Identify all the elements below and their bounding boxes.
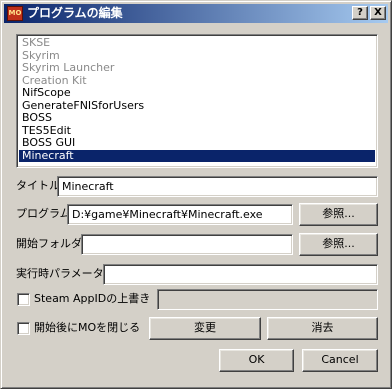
close-mo-checkbox[interactable]: [17, 322, 30, 335]
browse-folder-button[interactable]: 参照...: [299, 233, 378, 256]
mod-organizer-app-icon: MO: [7, 6, 23, 21]
program-list-item[interactable]: BOSS: [19, 111, 375, 125]
close-mo-label: 開始後にMOを閉じる: [34, 321, 141, 334]
steam-appid-input[interactable]: [157, 289, 378, 310]
program-list-item[interactable]: BOSS GUI: [19, 136, 375, 150]
program-list-item[interactable]: Creation Kit: [19, 74, 375, 88]
title-input[interactable]: [57, 176, 378, 197]
program-list-item[interactable]: SKSE: [19, 36, 375, 50]
ok-button[interactable]: OK: [219, 349, 294, 372]
window-title: プログラムの編集: [27, 6, 123, 20]
modify-button[interactable]: 変更: [149, 317, 261, 340]
program-list[interactable]: SKSE Skyrim Skyrim Launcher Creation Kit Nif…: [16, 34, 378, 168]
help-button[interactable]: ?: [352, 6, 368, 20]
close-button[interactable]: X: [370, 6, 386, 20]
title-label: タイトル: [16, 179, 60, 192]
program-path-input[interactable]: [67, 204, 293, 225]
title-bar[interactable]: MO プログラムの編集 ? X: [4, 4, 388, 23]
parameters-label: 実行時パラメータ: [16, 267, 104, 280]
edit-programs-dialog: MO プログラムの編集 ? X SKSE Skyrim Skyrim Launche…: [0, 0, 392, 389]
start-folder-input[interactable]: [81, 234, 293, 255]
parameters-input[interactable]: [103, 264, 378, 285]
program-list-item[interactable]: NifScope: [19, 86, 375, 100]
steam-appid-label: Steam AppIDの上書き: [34, 292, 151, 305]
browse-program-button[interactable]: 参照...: [299, 203, 378, 226]
start-folder-label: 開始フォルダ: [16, 237, 82, 250]
program-list-item[interactable]: Skyrim Launcher: [19, 61, 375, 75]
cancel-button[interactable]: Cancel: [302, 349, 378, 372]
program-list-item[interactable]: Minecraft: [19, 149, 375, 162]
steam-appid-checkbox[interactable]: [17, 293, 30, 306]
program-list-item[interactable]: GenerateFNISforUsers: [19, 99, 375, 113]
program-label: プログラム: [16, 207, 71, 220]
remove-button[interactable]: 消去: [267, 317, 378, 340]
